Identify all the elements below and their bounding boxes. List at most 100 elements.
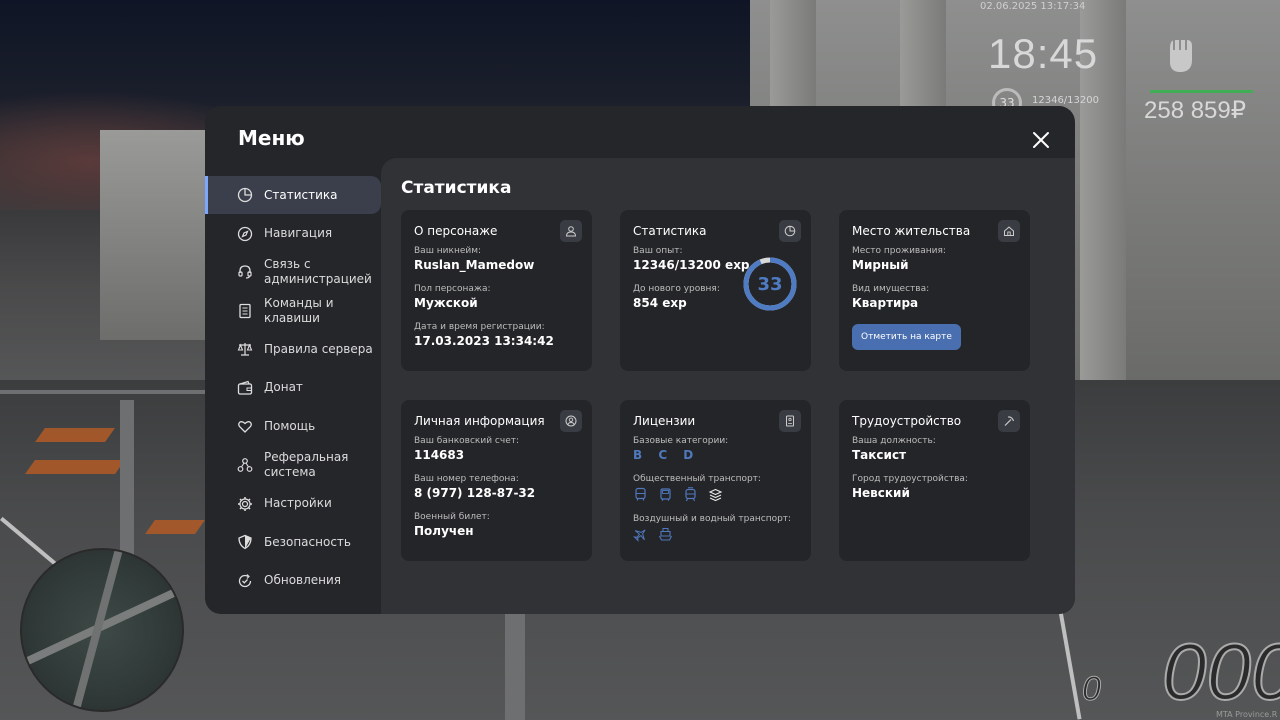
public-transport-label: Общественный транспорт: [633,474,761,484]
city-value: Невский [852,486,910,500]
base-categories-value: B C D [633,448,700,462]
trolleybus-icon [658,487,673,502]
registration-label: Дата и время регистрации: [414,322,545,332]
tram-icon [683,486,698,502]
background-building [100,130,210,340]
gender-label: Пол персонажа: [414,284,491,294]
sidebar-item-label: Команды и клавиши [264,295,334,325]
headset-icon [237,264,253,280]
property-label: Вид имущества: [852,284,930,294]
sidebar-item-label: Помощь [264,419,316,434]
level-value: 33 [757,273,783,295]
phone-label: Ваш номер телефона: [414,474,519,484]
hud-health-bar [1150,90,1253,93]
page-title: Статистика [401,178,512,198]
public-transport-icons [633,486,798,502]
content-area: Статистика О персонаже Ваш никнейм: Rusl… [381,158,1075,614]
sidebar-item-settings[interactable]: Настройки [205,485,381,523]
sidebar-item-label: Обновления [264,573,342,588]
plane-icon [633,527,648,542]
sidebar-item-label: Связь с администрацией [264,257,372,287]
card-personal-info: Личная информация Ваш банковский счет: 1… [401,400,592,561]
place-label: Место проживания: [852,246,946,256]
menu-title: Меню [238,126,305,150]
sidebar-item-label: Настройки [264,496,332,511]
card-title: Статистика [633,224,707,238]
base-categories-label: Базовые категории: [633,436,729,446]
close-icon [1033,132,1049,148]
hud-time: 18:45 [988,30,1099,77]
card-employment: Трудоустройство Ваша должность: Таксист … [839,400,1030,561]
bus-icon [633,487,648,502]
gear-icon [237,496,253,512]
property-value: Квартира [852,296,919,310]
card-title: Трудоустройство [852,414,962,428]
sidebar-item-donate[interactable]: Донат [205,369,381,407]
nickname-value: Ruslan_Mamedow [414,258,535,272]
hud-gear: 0 [1082,670,1102,709]
user-icon [560,220,582,242]
sidebar-nav: Статистика Навигация Связь с администрац… [205,176,381,601]
pie-chart-icon [237,187,253,203]
card-licenses: Лицензии Базовые категории: B C D Общест… [620,400,811,561]
mark-on-map-button[interactable]: Отметить на карте [852,324,961,350]
heart-hands-icon [237,419,253,435]
sidebar-item-label: Безопасность [264,534,351,549]
position-value: Таксист [852,448,907,462]
hud-server-name: MTA Province.R [1216,710,1278,719]
sidebar-item-rules[interactable]: Правила сервера [205,330,381,368]
sidebar-item-label: Правила сервера [264,341,373,356]
sidebar-item-label: Реферальная система [264,450,349,480]
refresh-check-icon [237,573,253,589]
id-card-icon [779,410,801,432]
position-label: Ваша должность: [852,436,936,446]
registration-value: 17.03.2023 13:34:42 [414,334,554,348]
place-value: Мирный [852,258,909,272]
card-character: О персонаже Ваш никнейм: Ruslan_Mamedow … [401,210,592,371]
pie-chart-icon [779,220,801,242]
user-circle-icon [560,410,582,432]
menu-panel: Меню Статистика Навигация Связь с админи… [205,106,1075,614]
gender-value: Мужской [414,296,478,310]
exp-label: Ваш опыт: [633,246,683,256]
sidebar-item-navigation[interactable]: Навигация [205,215,381,253]
sidebar-item-security[interactable]: Безопасность [205,523,381,561]
hud-exp: 12346/13200 [1032,95,1099,106]
bank-value: 114683 [414,448,465,462]
card-title: Место жительства [852,224,971,238]
minimap [20,548,184,712]
nickname-label: Ваш никнейм: [414,246,482,256]
hud-speedometer: 000 [1161,627,1280,716]
scales-icon [237,341,253,357]
sidebar-item-label: Донат [264,380,303,395]
document-icon [237,303,253,319]
card-residence: Место жительства Место проживания: Мирны… [839,210,1030,371]
card-title: О персонаже [414,224,498,238]
military-label: Военный билет: [414,512,490,522]
network-icon [237,457,253,473]
air-water-transport-icons [633,526,798,542]
sidebar-item-statistics[interactable]: Статистика [205,176,381,214]
pickaxe-icon [998,410,1020,432]
wallet-icon [237,380,253,396]
city-label: Город трудоустройства: [852,474,968,484]
boat-icon [658,527,673,542]
card-title: Лицензии [633,414,696,428]
compass-icon [237,226,253,242]
sidebar-item-updates[interactable]: Обновления [205,562,381,600]
sidebar-item-contact-admin[interactable]: Связь с администрацией [205,253,381,291]
military-value: Получен [414,524,474,538]
air-water-transport-label: Воздушный и водный транспорт: [633,514,792,524]
taxi-icon [708,487,723,502]
hud-datetime: 02.06.2025 13:17:34 [980,1,1086,12]
sidebar-item-help[interactable]: Помощь [205,408,381,446]
sidebar-item-label: Статистика [264,187,338,202]
sidebar-item-referral[interactable]: Реферальная система [205,446,381,484]
sidebar-item-commands[interactable]: Команды и клавиши [205,292,381,330]
home-icon [998,220,1020,242]
card-title: Личная информация [414,414,545,428]
phone-value: 8 (977) 128-87-32 [414,486,536,500]
hud-money: 258 859₽ [1144,97,1247,124]
close-button[interactable] [1029,128,1053,152]
sidebar-item-label: Навигация [264,226,333,241]
